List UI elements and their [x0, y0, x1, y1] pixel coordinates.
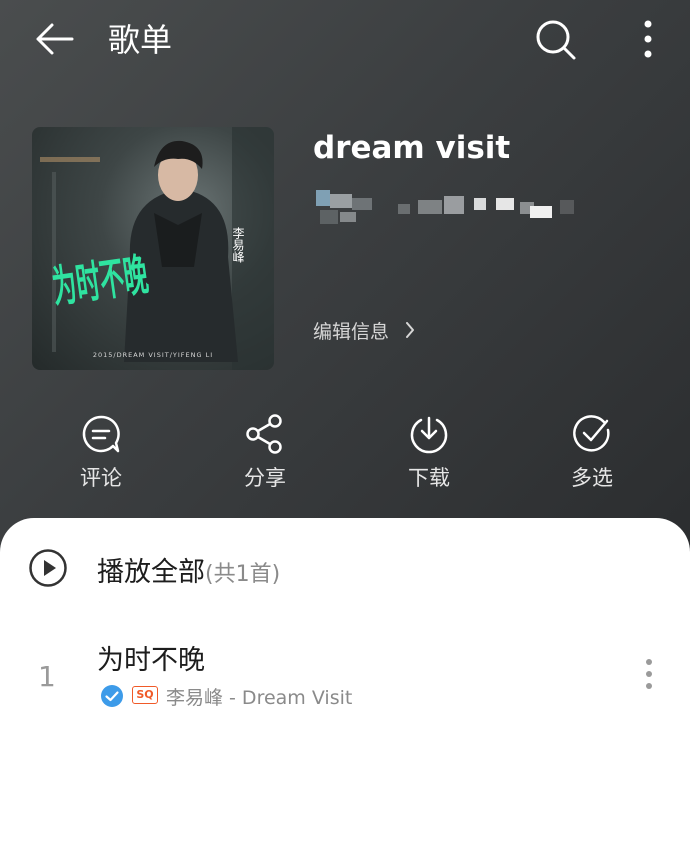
download-label: 下载 [408, 466, 450, 490]
top-bar: 歌单 [0, 0, 690, 80]
comment-label: 评论 [80, 466, 122, 490]
verified-check-icon [101, 685, 123, 707]
more-vertical-icon [646, 659, 652, 689]
album-cover-art: 为时不晚 李易峰 2015/DREAM VISIT/YIFENG LI [40, 127, 274, 370]
share-button[interactable]: 分享 [205, 412, 325, 492]
track-more-button[interactable] [636, 656, 662, 696]
share-label: 分享 [244, 466, 286, 490]
track-count: (共1首) [205, 562, 281, 587]
cover-artist-text: 李易峰 [231, 226, 245, 263]
edit-info-label: 编辑信息 [313, 321, 390, 343]
sq-quality-badge: SQ [132, 686, 158, 704]
download-icon [410, 416, 448, 454]
action-bar: 评论 分享 下载 多选 [0, 412, 690, 502]
multi-select-label: 多选 [571, 466, 613, 490]
arrow-left-icon [36, 23, 74, 55]
edit-info-link[interactable]: 编辑信息 [313, 317, 415, 344]
more-vertical-icon [644, 20, 652, 58]
play-all-label: 播放全部(共1首) [97, 550, 280, 589]
comment-button[interactable]: 评论 [41, 412, 161, 492]
multi-select-button[interactable]: 多选 [532, 412, 652, 492]
play-all-button[interactable]: 播放全部(共1首) [0, 520, 690, 616]
chevron-right-icon [406, 322, 415, 338]
share-icon [246, 414, 282, 454]
album-cover[interactable]: 为时不晚 李易峰 2015/DREAM VISIT/YIFENG LI [32, 127, 274, 370]
playlist-title: dream visit [313, 130, 511, 166]
cover-footer-text: 2015/DREAM VISIT/YIFENG LI [93, 351, 213, 359]
comment-icon [82, 415, 120, 453]
multi-select-icon [573, 415, 610, 452]
search-icon [536, 20, 576, 60]
back-button[interactable] [30, 16, 78, 64]
page-title: 歌单 [108, 21, 173, 59]
track-index: 1 [38, 660, 56, 693]
creator-blurred [316, 188, 578, 228]
more-options-button[interactable] [628, 14, 668, 64]
track-row[interactable]: 1 为时不晚 SQ 李易峰 - Dream Visit [0, 628, 690, 728]
play-circle-icon [29, 549, 67, 587]
download-button[interactable]: 下载 [369, 412, 489, 492]
search-button[interactable] [530, 14, 580, 64]
track-artist-album: 李易峰 - Dream Visit [166, 687, 353, 709]
play-all-text: 播放全部 [97, 557, 205, 588]
track-title: 为时不晚 [97, 645, 205, 676]
